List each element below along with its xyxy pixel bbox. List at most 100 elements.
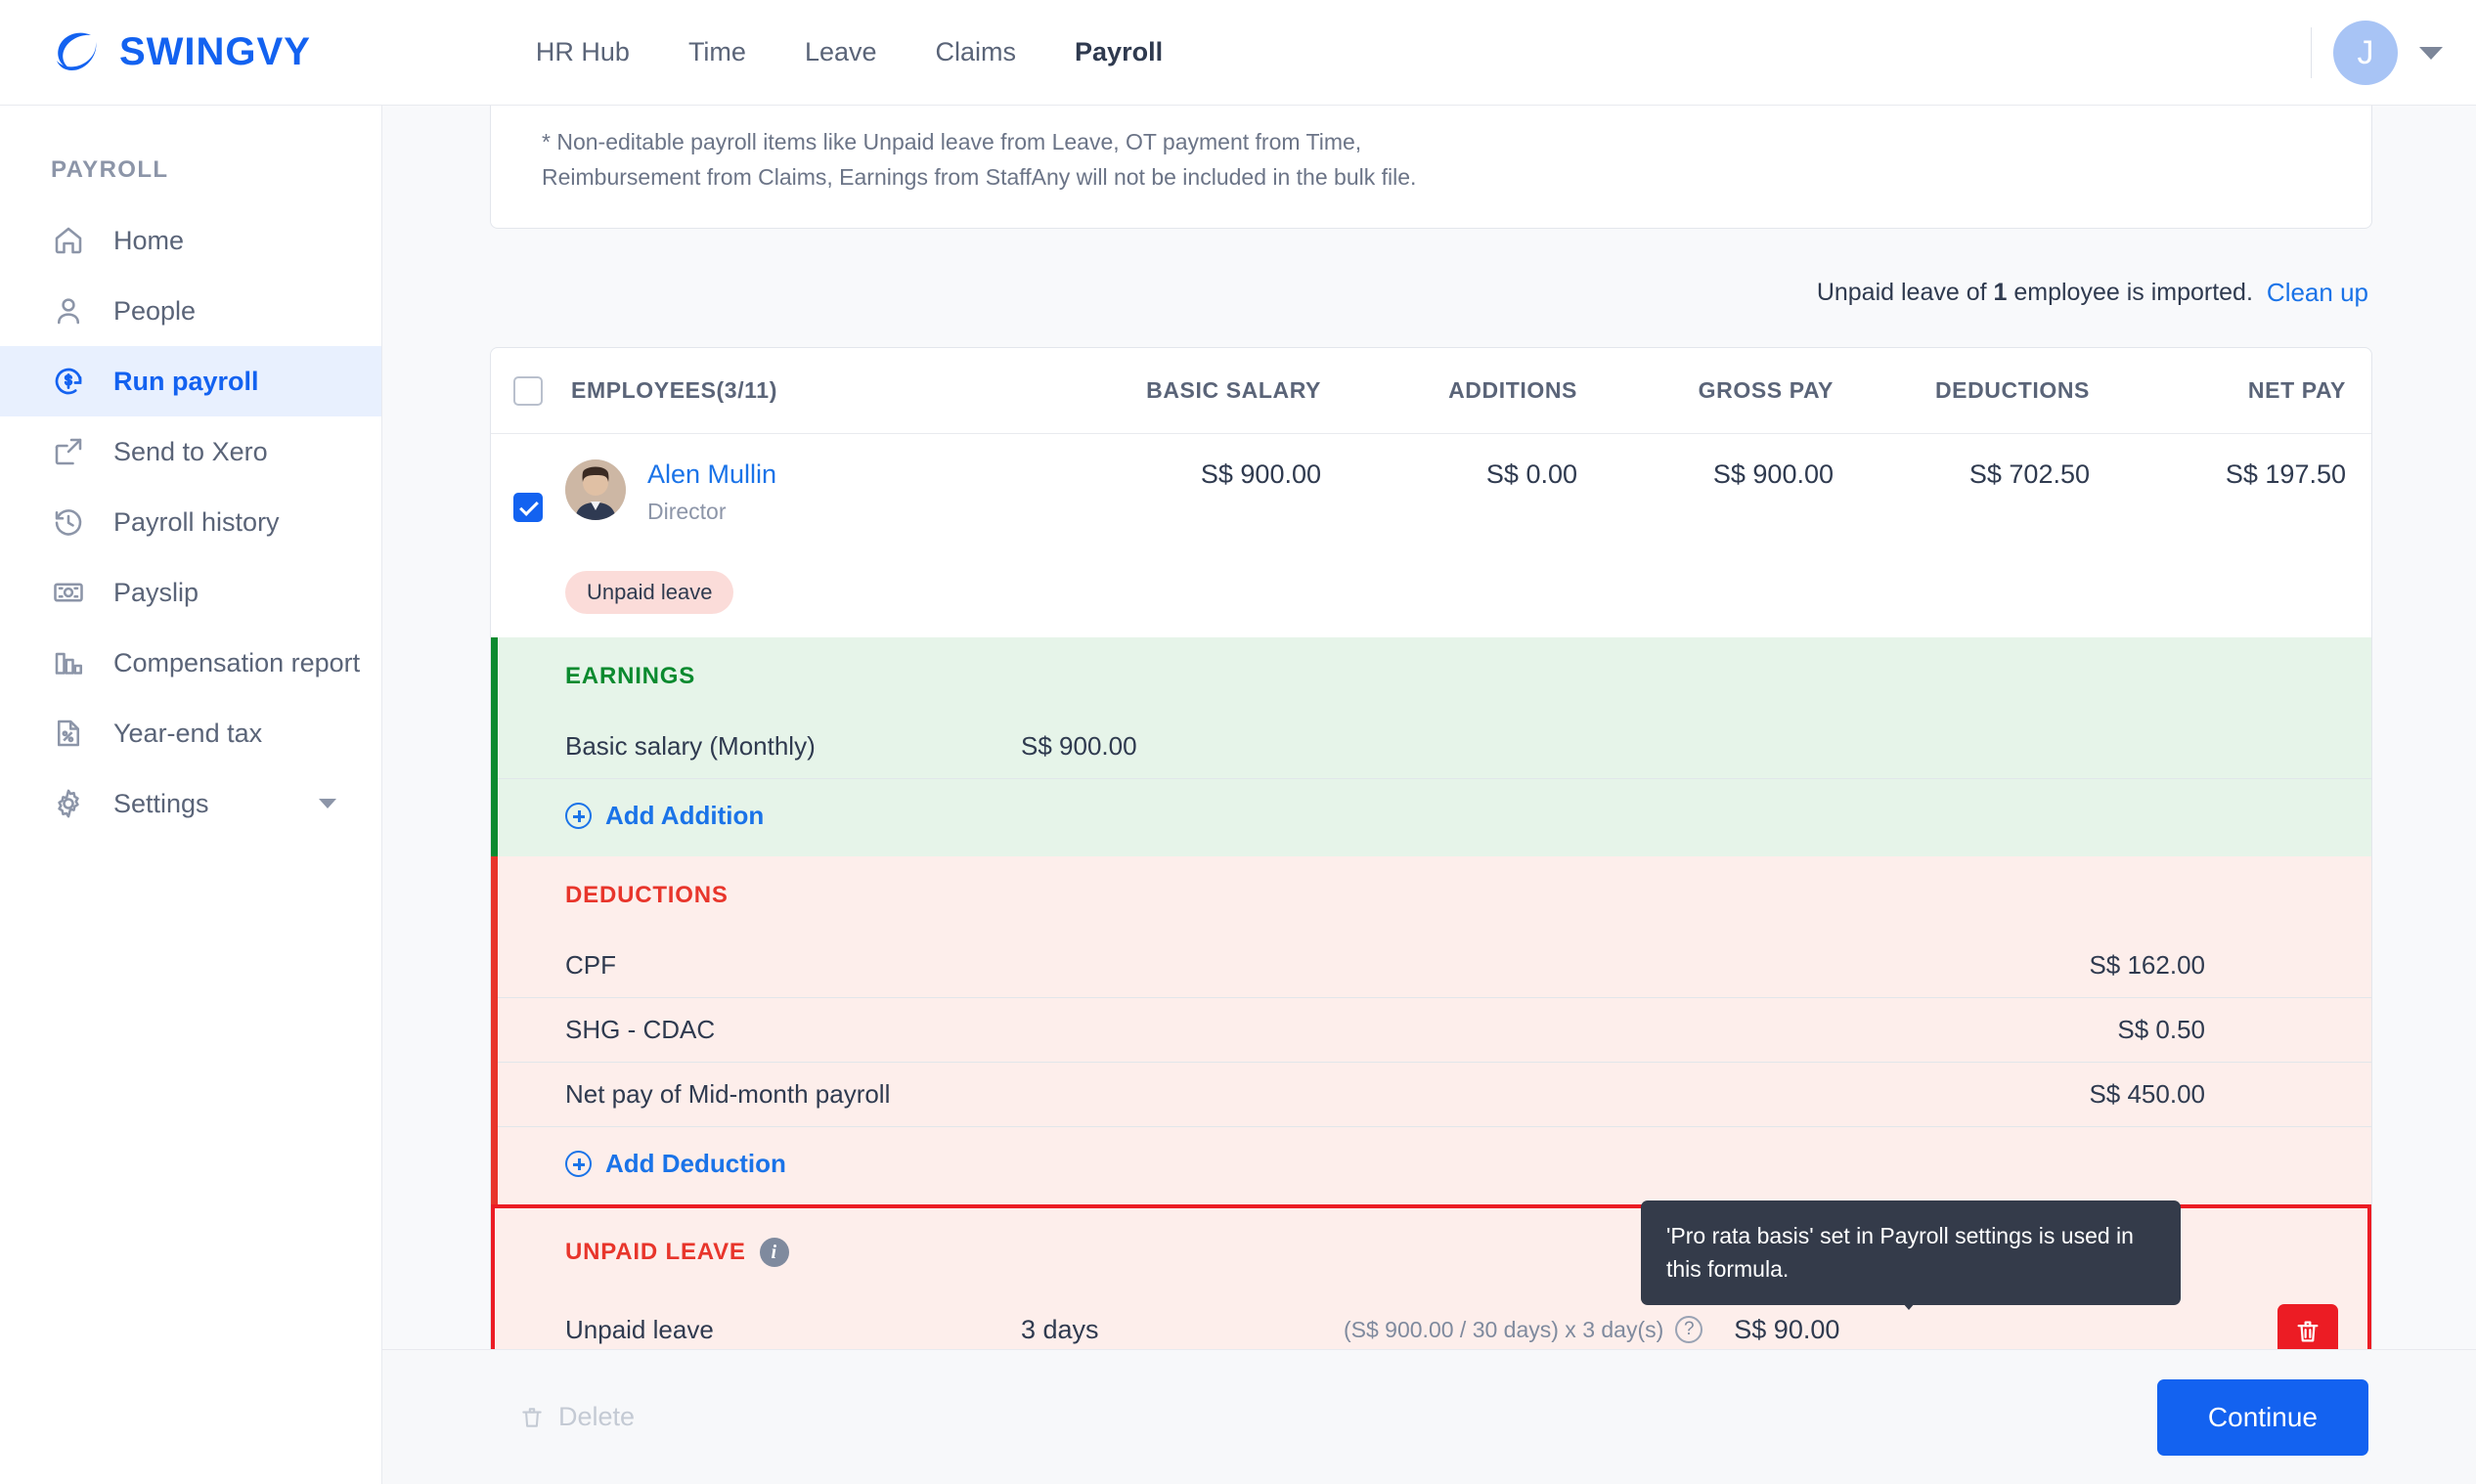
- nav-item-leave[interactable]: Leave: [775, 37, 906, 67]
- deduction-item-label: SHG - CDAC: [565, 1015, 716, 1045]
- employee-identity: Alen Mullin Director: [565, 459, 1090, 549]
- table-header-row: EMPLOYEES(3/11) BASIC SALARY ADDITIONS G…: [491, 348, 2371, 435]
- add-deduction-button[interactable]: Add Deduction: [491, 1126, 2371, 1204]
- sidebar-item-label: Settings: [113, 788, 209, 818]
- import-status-text: Unpaid leave of 1 employee is imported.: [1816, 279, 2253, 307]
- delete-button-label: Delete: [558, 1402, 636, 1431]
- brand-name: SWINGVY: [119, 30, 311, 73]
- employee-tags: Unpaid leave: [491, 549, 2371, 637]
- home-icon: [51, 223, 86, 258]
- nav-item-payroll[interactable]: Payroll: [1045, 37, 1192, 67]
- run-payroll-icon: [51, 364, 86, 399]
- add-deduction-label: Add Deduction: [605, 1149, 786, 1179]
- employee-summary-row: Alen Mullin Director S$ 900.00 S$ 0.00 S…: [491, 434, 2371, 549]
- column-header-deductions: DEDUCTIONS: [1934, 377, 2090, 404]
- cell-gross-pay: S$ 900.00: [1712, 459, 1834, 490]
- sidebar-item-people[interactable]: People: [0, 276, 381, 346]
- import-status-bar: Unpaid leave of 1 employee is imported. …: [382, 278, 2368, 308]
- cell-additions: S$ 0.00: [1485, 459, 1577, 490]
- unpaid-leave-formula: (S$ 900.00 / 30 days) x 3 day(s): [1344, 1316, 1664, 1342]
- deduction-line-item: Net pay of Mid-month payroll S$ 450.00: [491, 1062, 2371, 1126]
- tooltip: 'Pro rata basis' set in Payroll settings…: [1641, 1200, 2181, 1305]
- nav-item-claims[interactable]: Claims: [906, 37, 1046, 67]
- employee-role: Director: [647, 499, 727, 525]
- earnings-section: EARNINGS Basic salary (Monthly) S$ 900.0…: [491, 637, 2371, 857]
- sidebar-item-payroll-history[interactable]: Payroll history: [0, 487, 381, 557]
- avatar: [565, 459, 626, 521]
- sidebar-item-label: Send to Xero: [113, 436, 268, 466]
- bar-chart-icon: [51, 645, 86, 680]
- help-icon[interactable]: ?: [1675, 1316, 1703, 1344]
- info-icon[interactable]: i: [759, 1238, 789, 1268]
- section-accent-bar: [491, 637, 498, 857]
- sidebar-item-compensation-report[interactable]: Compensation report: [0, 628, 381, 698]
- notice-line-2: Reimbursement from Claims, Earnings from…: [542, 163, 1417, 190]
- sidebar-item-label: Compensation report: [113, 647, 361, 677]
- sidebar-item-send-to-xero[interactable]: Send to Xero: [0, 416, 381, 487]
- sidebar-item-label: Run payroll: [113, 366, 259, 396]
- sidebar-item-run-payroll[interactable]: Run payroll: [0, 346, 381, 416]
- clean-up-link[interactable]: Clean up: [2267, 278, 2368, 308]
- unpaid-leave-days: 3 days: [1021, 1314, 1099, 1344]
- unpaid-leave-formula-wrap: (S$ 900.00 / 30 days) x 3 day(s) ?: [1344, 1316, 1703, 1344]
- nav-item-time[interactable]: Time: [659, 37, 775, 67]
- deduction-item-amount: S$ 450.00: [2089, 1079, 2205, 1110]
- divider: [2311, 27, 2312, 78]
- cell-basic-salary: S$ 900.00: [1200, 459, 1321, 490]
- banknote-icon: [51, 575, 86, 610]
- plus-circle-icon: [565, 1151, 592, 1178]
- external-link-icon: [51, 434, 86, 469]
- brand-logo[interactable]: SWINGVY: [51, 26, 311, 79]
- select-all-checkbox[interactable]: [513, 375, 543, 406]
- earnings-item-label: Basic salary (Monthly): [565, 730, 816, 761]
- avatar[interactable]: J: [2333, 21, 2398, 85]
- continue-button[interactable]: Continue: [2156, 1378, 2368, 1456]
- person-icon: [51, 293, 86, 328]
- sidebar-item-settings[interactable]: Settings: [0, 768, 381, 839]
- sidebar: PAYROLL Home People Run payroll Send to …: [0, 106, 382, 1484]
- deductions-section: DEDUCTIONS CPF S$ 162.00 SHG - CDAC S$ 0…: [491, 856, 2371, 1205]
- sidebar-section-title: PAYROLL: [51, 156, 169, 183]
- gear-icon: [51, 786, 86, 821]
- sidebar-item-label: People: [113, 295, 197, 326]
- deduction-item-amount: S$ 162.00: [2089, 949, 2205, 980]
- tooltip-arrow: [1895, 1294, 1923, 1311]
- cell-deductions: S$ 702.50: [1968, 459, 2090, 490]
- swingvy-logo-icon: [51, 26, 104, 79]
- clock-history-icon: [51, 504, 86, 540]
- sidebar-item-label: Payroll history: [113, 506, 280, 537]
- column-header-basic-salary: BASIC SALARY: [1146, 377, 1321, 404]
- sidebar-item-year-end-tax[interactable]: Year-end tax: [0, 698, 381, 768]
- employee-amounts: S$ 900.00 S$ 0.00 S$ 900.00 S$ 702.50 S$…: [1090, 459, 2371, 549]
- row-checkbox[interactable]: [513, 493, 543, 523]
- earnings-line-item: Basic salary (Monthly) S$ 900.00: [491, 714, 2371, 778]
- unpaid-leave-label: Unpaid leave: [565, 1314, 714, 1344]
- column-header-gross-pay: GROSS PAY: [1698, 377, 1834, 404]
- percent-document-icon: [51, 716, 86, 751]
- column-header-additions: ADDITIONS: [1448, 377, 1577, 404]
- nav-item-hr-hub[interactable]: HR Hub: [507, 37, 659, 67]
- chevron-down-icon[interactable]: [319, 799, 336, 808]
- section-accent-bar: [491, 856, 498, 1205]
- sidebar-item-payslip[interactable]: Payslip: [0, 557, 381, 628]
- bulk-file-notice-card: * Non-editable payroll items like Unpaid…: [490, 106, 2372, 230]
- footer-action-bar: Delete Continue: [382, 1349, 2476, 1484]
- cell-net-pay: S$ 197.50: [2225, 459, 2346, 490]
- sidebar-item-label: Home: [113, 225, 185, 255]
- sidebar-item-home[interactable]: Home: [0, 205, 381, 276]
- employee-name-link[interactable]: Alen Mullin: [647, 459, 776, 489]
- add-addition-button[interactable]: Add Addition: [491, 778, 2371, 856]
- column-header-employees: EMPLOYEES(3/11): [571, 377, 777, 404]
- deduction-line-item: SHG - CDAC S$ 0.50: [491, 997, 2371, 1062]
- column-header-net-pay: NET PAY: [2247, 377, 2346, 404]
- select-all-cell: [491, 375, 565, 406]
- chevron-down-icon[interactable]: [2419, 46, 2443, 60]
- deduction-item-label: Net pay of Mid-month payroll: [565, 1079, 891, 1110]
- delete-button[interactable]: Delete: [519, 1402, 635, 1432]
- plus-circle-icon: [565, 803, 592, 830]
- status-badge: Unpaid leave: [565, 571, 734, 615]
- payroll-table: EMPLOYEES(3/11) BASIC SALARY ADDITIONS G…: [490, 347, 2372, 1484]
- add-addition-label: Add Addition: [605, 801, 765, 831]
- main-content: * Non-editable payroll items like Unpaid…: [382, 106, 2476, 1484]
- sidebar-item-label: Payslip: [113, 577, 199, 607]
